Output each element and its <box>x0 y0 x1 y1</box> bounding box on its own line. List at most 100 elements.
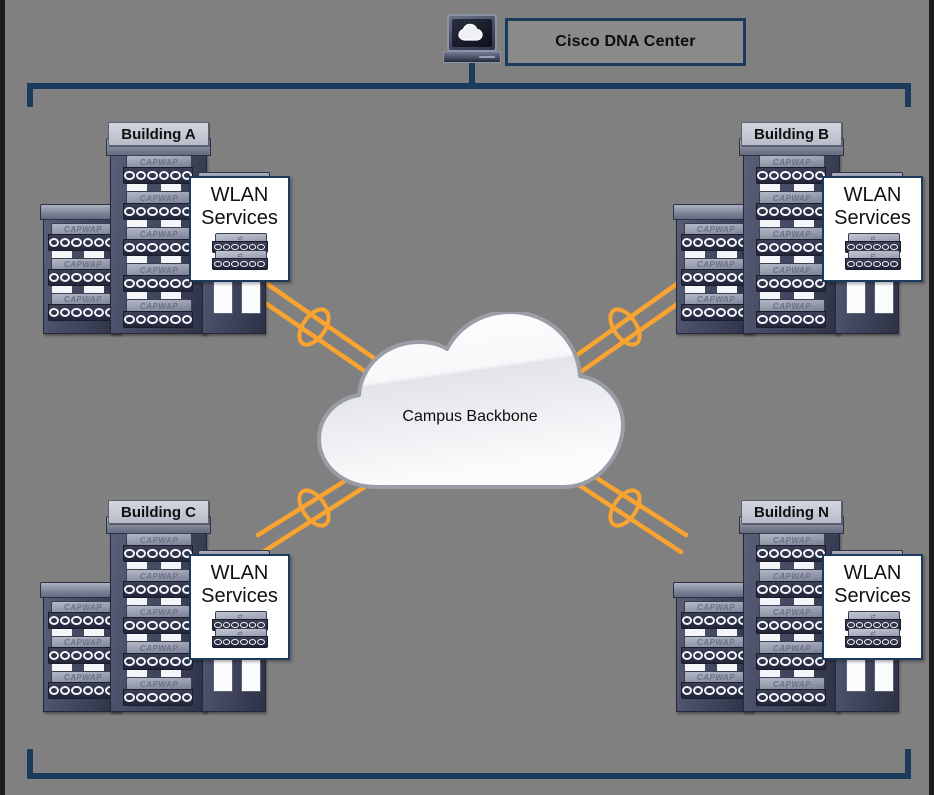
capwap-device: CAPWAP <box>123 641 193 670</box>
capwap-ports <box>756 274 826 292</box>
capwap-device: CAPWAP <box>756 299 826 328</box>
capwap-device: CAPWAP <box>123 569 193 598</box>
building-b-label: Building B <box>741 122 842 146</box>
capwap-device: CAPWAP <box>123 227 193 256</box>
capwap-device: CAPWAP <box>48 601 116 629</box>
cisco-dna-center-node[interactable] <box>443 14 503 64</box>
building-n-label: Building N <box>741 500 842 524</box>
cloud-icon <box>458 23 483 41</box>
capwap-device: CAPWAP <box>681 293 749 321</box>
capwap-device: CAPWAP <box>48 293 116 321</box>
capwap-ports <box>123 580 193 598</box>
capwap-device: CAPWAP <box>681 223 749 251</box>
capwap-device: CAPWAP <box>48 258 116 286</box>
capwap-ports <box>756 688 826 706</box>
capwap-ports <box>756 238 826 256</box>
building-c-wlan-card[interactable]: WLAN Services ⇄ ⇄ <box>189 554 290 660</box>
capwap-label: CAPWAP <box>772 607 812 617</box>
capwap-label: CAPWAP <box>139 571 179 581</box>
capwap-ports <box>48 647 116 664</box>
capwap-ports <box>681 269 749 286</box>
capwap-device: CAPWAP <box>123 263 193 292</box>
capwap-device: CAPWAP <box>48 636 116 664</box>
laptop-base <box>443 51 501 63</box>
capwap-ports <box>48 682 116 699</box>
capwap-ports <box>123 544 193 562</box>
capwap-label: CAPWAP <box>139 157 179 167</box>
capwap-ports <box>681 647 749 664</box>
capwap-label: CAPWAP <box>696 673 736 683</box>
bracket-top-left-stub <box>27 83 33 107</box>
capwap-device: CAPWAP <box>756 155 826 184</box>
capwap-device: CAPWAP <box>681 671 749 699</box>
laptop-lid <box>447 14 497 52</box>
capwap-ports <box>756 616 826 634</box>
wlan-title-line2: Services <box>834 207 911 229</box>
capwap-label: CAPWAP <box>63 225 103 235</box>
capwap-label: CAPWAP <box>772 229 812 239</box>
capwap-ports <box>48 234 116 251</box>
building-b-wlan-card[interactable]: WLAN Services ⇄ ⇄ <box>822 176 923 282</box>
wlan-title-line1: WLAN <box>210 562 269 584</box>
wlan-card-title: WLAN Services <box>834 184 911 230</box>
capwap-ports <box>123 238 193 256</box>
capwap-device: CAPWAP <box>756 677 826 706</box>
building-window <box>213 658 233 692</box>
capwap-device: CAPWAP <box>123 191 193 220</box>
capwap-label: CAPWAP <box>772 301 812 311</box>
wlan-card-title: WLAN Services <box>834 562 911 608</box>
capwap-label: CAPWAP <box>772 193 812 203</box>
building-c-label: Building C <box>108 500 209 524</box>
wlan-title-line1: WLAN <box>210 184 269 206</box>
capwap-ports <box>123 274 193 292</box>
building-a-label: Building A <box>108 122 209 146</box>
capwap-label: CAPWAP <box>772 679 812 689</box>
capwap-device: CAPWAP <box>681 258 749 286</box>
capwap-device: CAPWAP <box>681 636 749 664</box>
capwap-label: CAPWAP <box>139 265 179 275</box>
wlan-title-line2: Services <box>201 207 278 229</box>
capwap-label: CAPWAP <box>63 295 103 305</box>
building-a-label-text: Building A <box>121 125 196 143</box>
capwap-ports <box>756 544 826 562</box>
capwap-label: CAPWAP <box>139 535 179 545</box>
capwap-label: CAPWAP <box>63 673 103 683</box>
building-a-wlan-card[interactable]: WLAN Services ⇄ ⇄ <box>189 176 290 282</box>
capwap-ports <box>756 652 826 670</box>
capwap-ports <box>756 580 826 598</box>
building-c-label-text: Building C <box>121 503 196 521</box>
capwap-label: CAPWAP <box>772 157 812 167</box>
building-window <box>241 658 261 692</box>
building-window <box>213 280 233 314</box>
capwap-ports <box>123 652 193 670</box>
capwap-label: CAPWAP <box>772 535 812 545</box>
wlan-switch-ports <box>844 258 901 270</box>
building-n-wlan-card[interactable]: WLAN Services ⇄ ⇄ <box>822 554 923 660</box>
diagram-canvas: Cisco DNA Center Campus Backbone CAPWAP … <box>0 0 934 795</box>
cisco-dna-center-title-text: Cisco DNA Center <box>555 33 696 50</box>
wlan-card-title: WLAN Services <box>201 184 278 230</box>
capwap-ports <box>123 310 193 328</box>
capwap-device: CAPWAP <box>48 223 116 251</box>
capwap-device: CAPWAP <box>756 641 826 670</box>
capwap-device: CAPWAP <box>681 601 749 629</box>
wlan-switch-ports <box>211 636 268 648</box>
capwap-device: CAPWAP <box>123 677 193 706</box>
capwap-label: CAPWAP <box>696 603 736 613</box>
wlan-switch-stack: ⇄ ⇄ <box>844 611 901 648</box>
cisco-dna-center-title: Cisco DNA Center <box>505 18 746 66</box>
bracket-bottom-right-stub <box>905 749 911 773</box>
capwap-label: CAPWAP <box>139 643 179 653</box>
wlan-title-line2: Services <box>201 585 278 607</box>
capwap-ports <box>48 612 116 629</box>
capwap-label: CAPWAP <box>772 571 812 581</box>
campus-backbone-cloud <box>317 312 625 489</box>
capwap-label: CAPWAP <box>696 225 736 235</box>
capwap-ports <box>48 304 116 321</box>
capwap-ports <box>756 166 826 184</box>
wlan-title-line1: WLAN <box>843 562 902 584</box>
building-window <box>846 658 866 692</box>
capwap-label: CAPWAP <box>139 679 179 689</box>
campus-backbone-label: Campus Backbone <box>305 408 635 426</box>
building-window <box>874 280 894 314</box>
